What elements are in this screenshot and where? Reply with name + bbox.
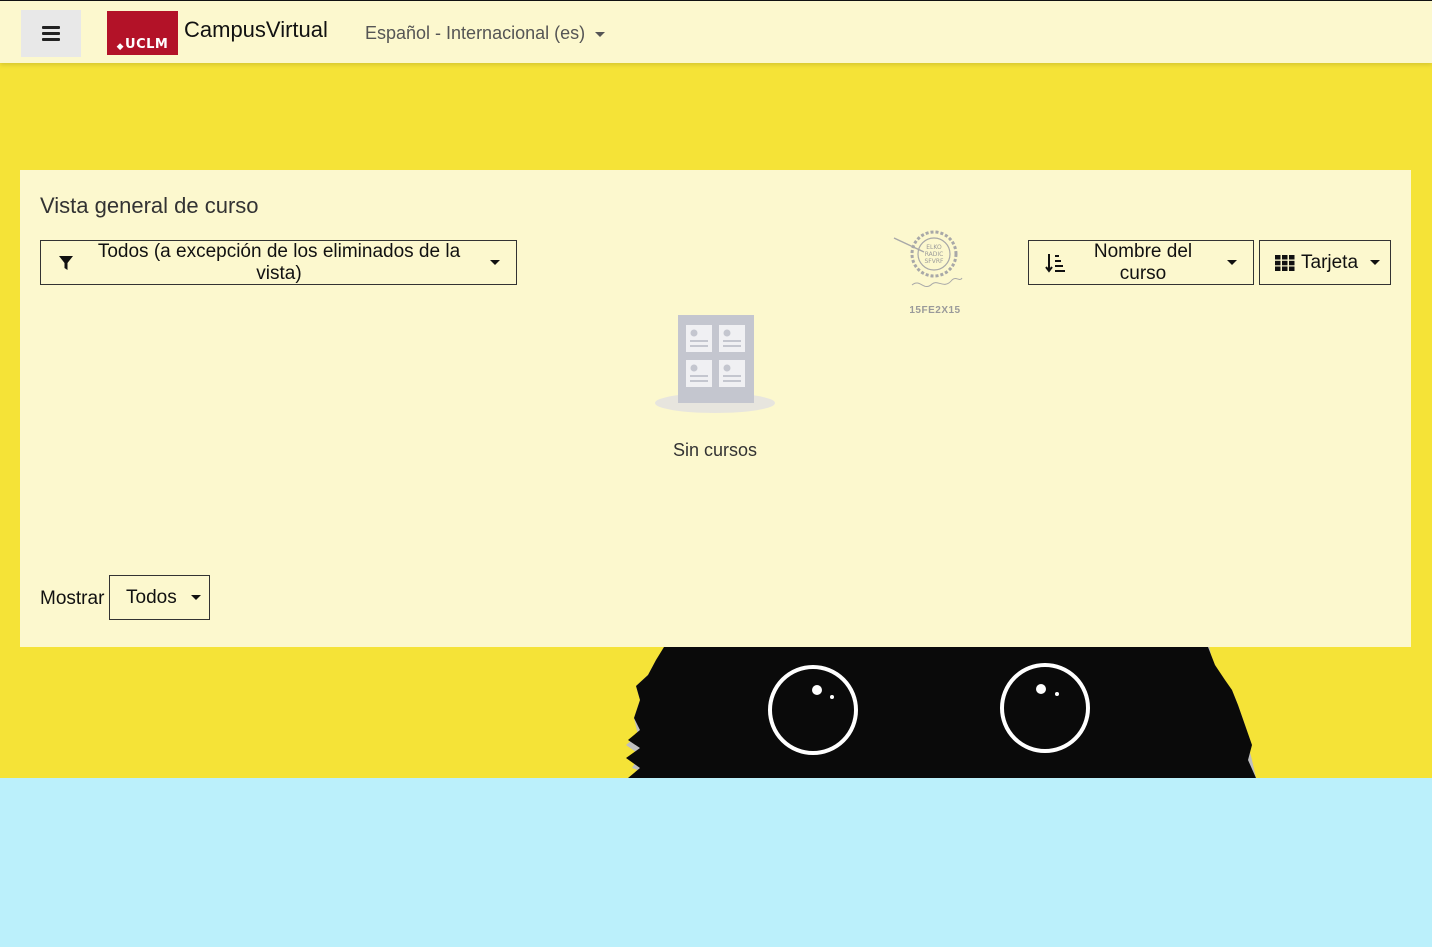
chevron-down-icon — [1370, 260, 1381, 265]
show-label: Mostrar — [40, 588, 105, 609]
filter-icon — [59, 255, 73, 270]
top-navbar: ◆ UCLM CampusVirtual Español - Internacio… — [0, 0, 1432, 63]
stamp-watermark: ELKO RADIC SFVRF 15FE2X15 — [892, 230, 988, 322]
chevron-down-icon — [1227, 260, 1237, 265]
card-title: Vista general de curso — [40, 193, 259, 218]
chevron-down-icon — [490, 260, 500, 265]
site-logo[interactable]: ◆ UCLM — [107, 11, 178, 55]
sort-alpha-icon — [1045, 253, 1065, 273]
chevron-down-icon — [595, 31, 606, 37]
filter-dropdown-button[interactable]: Todos (a excepción de los eliminados de … — [40, 240, 517, 285]
svg-text:ELKO: ELKO — [926, 244, 942, 251]
hamburger-icon — [42, 26, 60, 29]
svg-text:SFVRF: SFVRF — [925, 258, 945, 265]
chevron-down-icon — [190, 595, 201, 600]
stamp-code: 15FE2X15 — [909, 305, 961, 316]
grid-icon — [1275, 254, 1295, 271]
empty-state-message: Sin cursos — [672, 440, 758, 460]
page-size-dropdown-button[interactable]: Todos — [109, 575, 210, 620]
site-name[interactable]: CampusVirtual — [184, 17, 328, 43]
view-mode-dropdown-button[interactable]: Tarjeta — [1259, 240, 1391, 285]
language-menu[interactable]: Español - Internacional (es) — [365, 23, 606, 44]
course-overview-card: Vista general de curso Todos (a excepció… — [20, 170, 1411, 647]
svg-text:RADIC: RADIC — [925, 251, 944, 258]
sort-dropdown-button[interactable]: Nombre del curso — [1028, 240, 1254, 285]
courses-placeholder-icon — [655, 315, 775, 413]
menu-toggle-button[interactable] — [21, 10, 81, 57]
bottom-background — [0, 778, 1432, 947]
